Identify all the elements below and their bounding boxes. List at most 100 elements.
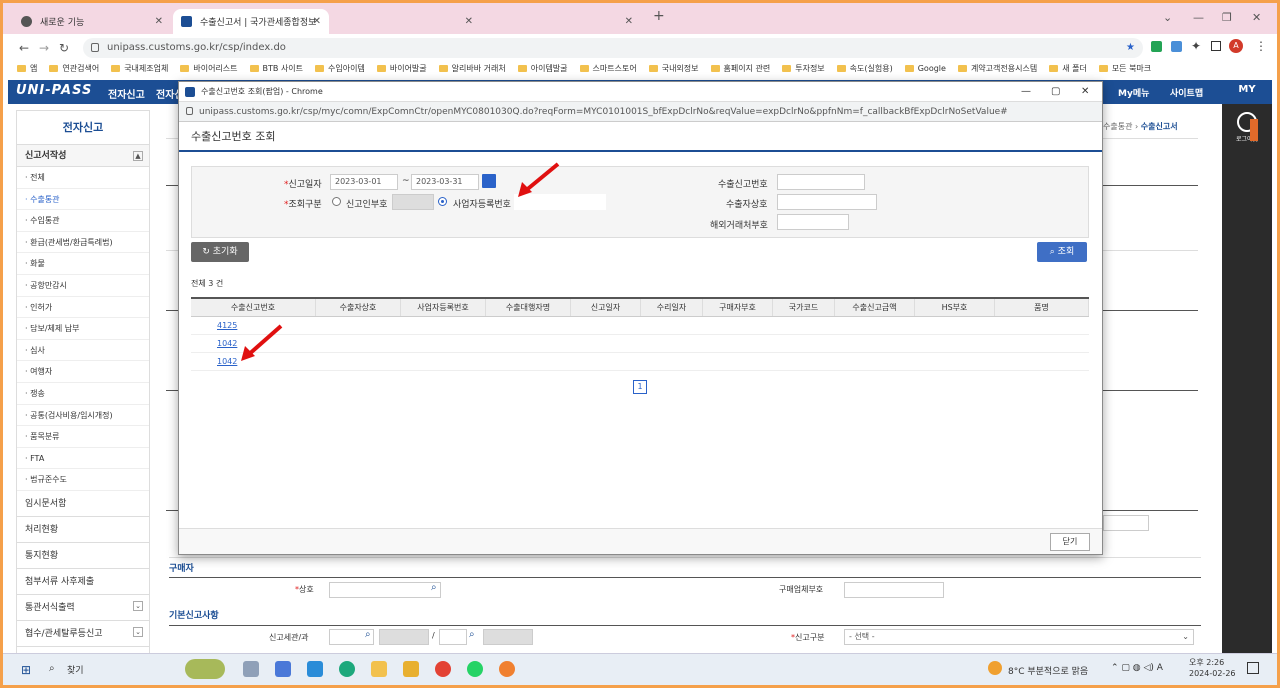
puzzle-icon[interactable]: ✦ (1191, 39, 1201, 53)
forward-icon[interactable]: → (39, 41, 49, 55)
chevron-down-icon[interactable]: ⌄ (133, 600, 143, 611)
column-header[interactable]: 수출대행자명 (486, 299, 571, 316)
sidebar-item[interactable]: · 품목분류 (17, 426, 149, 448)
sidebar-item[interactable]: · 심사 (17, 340, 149, 362)
bookmark-item[interactable]: 국내제조업체 (111, 63, 168, 74)
table-row[interactable]: 1042 (191, 353, 1089, 371)
side-tab-handle[interactable] (1250, 119, 1258, 141)
sidebar-big-item[interactable]: 처리현황 (17, 517, 149, 543)
column-header[interactable]: HS부호 (915, 299, 995, 316)
unipass-logo[interactable]: UNI-PASS (16, 83, 92, 98)
bookmark-item[interactable]: 알리바바 거래처 (438, 63, 506, 74)
chevron-down-icon[interactable]: ⌄ (1163, 11, 1172, 24)
extension-icon[interactable] (1171, 41, 1182, 52)
bookmark-item[interactable]: 스마트스토어 (579, 63, 637, 74)
bookmark-item[interactable]: 앱 (17, 63, 37, 74)
sidebar-section[interactable]: 신고서작성 ▲ (17, 145, 149, 167)
bookmark-item[interactable]: 투자정보 (782, 63, 825, 74)
my-menu-link[interactable]: My메뉴 (1118, 86, 1149, 99)
restore-icon[interactable]: ❐ (1222, 11, 1232, 24)
search-icon[interactable]: ⌕ (365, 629, 371, 640)
division-input[interactable] (439, 629, 467, 645)
tray-icons[interactable]: ⌃ ▢ ◍ ◁) A (1111, 663, 1163, 673)
sidebar-item[interactable]: · 인허가 (17, 297, 149, 319)
page-button[interactable]: 1 (633, 380, 647, 394)
type-select[interactable]: - 선택 - ⌄ (844, 629, 1194, 645)
bookmark-item[interactable]: 아이템발굴 (517, 63, 568, 74)
bookmark-item[interactable]: 모든 북마크 (1098, 63, 1151, 74)
menu-e-filing[interactable]: 전자신고 (108, 86, 145, 101)
date-to-input[interactable]: 2023-03-31 (411, 174, 479, 190)
sidebar-item[interactable]: · 여행자 (17, 361, 149, 383)
back-icon[interactable]: ← (19, 41, 29, 55)
sidebar-item[interactable]: · 공항만감시 (17, 275, 149, 297)
browser-tab[interactable]: 새로운 기능 ✕ (13, 9, 171, 34)
minimize-icon[interactable]: — (1193, 11, 1204, 24)
sidebar-item[interactable]: · 화물 (17, 253, 149, 275)
bookmark-item[interactable]: 홈페이지 관련 (710, 63, 770, 74)
sidebar-big-item[interactable]: 협수/관세탈루등신고 ⌄ (17, 621, 149, 647)
browser-tab[interactable]: ✕ (483, 9, 641, 34)
close-window-icon[interactable]: ✕ (1081, 82, 1089, 102)
edge-icon[interactable] (339, 661, 355, 677)
new-tab-icon[interactable]: + (653, 8, 665, 24)
radio-reporter-code[interactable] (332, 197, 341, 206)
buyer-code-input[interactable] (844, 582, 944, 598)
sidebar-item[interactable]: · 수출통관 (17, 189, 149, 211)
column-header[interactable]: 수출신고번호 (191, 299, 316, 316)
bookmark-item[interactable]: 바이어리스트 (180, 63, 238, 74)
overseas-input[interactable] (777, 214, 849, 230)
reload-icon[interactable]: ↻ (59, 41, 69, 55)
sidebar-big-item[interactable]: 첨부서류 사후제출 (17, 569, 149, 595)
browser-tab-active[interactable]: 수출신고서 | 국가관세종합정보 ✕ (173, 9, 329, 34)
sidebar-item[interactable]: · 전체 (17, 167, 149, 189)
bookmark-item[interactable]: Google (904, 64, 946, 73)
search-icon[interactable]: ⌕ (431, 582, 437, 593)
my-label[interactable]: MY (1222, 84, 1272, 104)
app-icon[interactable] (275, 661, 291, 677)
store-icon[interactable] (307, 661, 323, 677)
task-view-icon[interactable] (243, 661, 259, 677)
sidebar-big-item[interactable]: 임시문서함 (17, 491, 149, 517)
close-window-icon[interactable]: ✕ (1252, 11, 1261, 24)
column-header[interactable]: 사업자등록번호 (401, 299, 486, 316)
search-highlight-icon[interactable] (185, 659, 225, 679)
sidebar-item[interactable]: · 수입통관 (17, 210, 149, 232)
exp-no-input[interactable] (777, 174, 865, 190)
app-icon[interactable] (499, 661, 515, 677)
column-header[interactable]: 국가코드 (773, 299, 835, 316)
weather-text[interactable]: 8°C 부분적으로 맑음 (1008, 664, 1088, 677)
search-icon[interactable]: ⌕ (469, 629, 475, 640)
windows-start-icon[interactable]: ⊞ (21, 663, 31, 677)
minimize-icon[interactable]: — (1021, 82, 1031, 102)
folder-icon[interactable] (371, 661, 387, 677)
export-no-link[interactable]: 1042 (217, 339, 237, 348)
bookmark-item[interactable]: BTB 사이트 (249, 63, 303, 74)
radio-business-no[interactable] (438, 197, 447, 206)
sidebar-item[interactable]: · 법규준수도 (17, 469, 149, 491)
clock-time[interactable]: 오후 2:26 (1189, 657, 1224, 668)
date-from-input[interactable]: 2023-03-01 (330, 174, 398, 190)
kebab-menu-icon[interactable]: ⋮ (1255, 39, 1267, 53)
sidebar-item[interactable]: · 담보/체제 납부 (17, 318, 149, 340)
extension-icon[interactable] (1151, 41, 1162, 52)
bookmark-item[interactable]: 국내외정보 (648, 63, 699, 74)
exporter-input[interactable] (777, 194, 877, 210)
sidebar-item[interactable]: · 환급(관세법/환급특례법) (17, 232, 149, 254)
app-icon[interactable] (403, 661, 419, 677)
settings-icon[interactable] (186, 107, 193, 115)
search-button[interactable]: ⌕ 조회 (1037, 242, 1087, 262)
sidepanel-icon[interactable] (1211, 41, 1221, 51)
taskbar-search-label[interactable]: 찾기 (67, 663, 84, 676)
sidebar-item[interactable]: · 공통(검사비용/임시개정) (17, 405, 149, 427)
logout-label[interactable]: 로그아웃 (1222, 134, 1272, 143)
bookmark-item[interactable]: 수입아이템 (315, 63, 365, 74)
collapse-icon[interactable]: ▲ (133, 151, 143, 161)
column-header[interactable]: 신고일자 (571, 299, 641, 316)
maximize-icon[interactable]: ▢ (1051, 82, 1060, 102)
sidebar-item[interactable]: · 쟁송 (17, 383, 149, 405)
bookmark-item[interactable]: 속도(실험용) (836, 63, 893, 74)
browser-tab[interactable]: ✕ (331, 9, 481, 34)
bookmark-item[interactable]: 새 폴더 (1049, 63, 1087, 74)
column-header[interactable]: 수리일자 (641, 299, 703, 316)
